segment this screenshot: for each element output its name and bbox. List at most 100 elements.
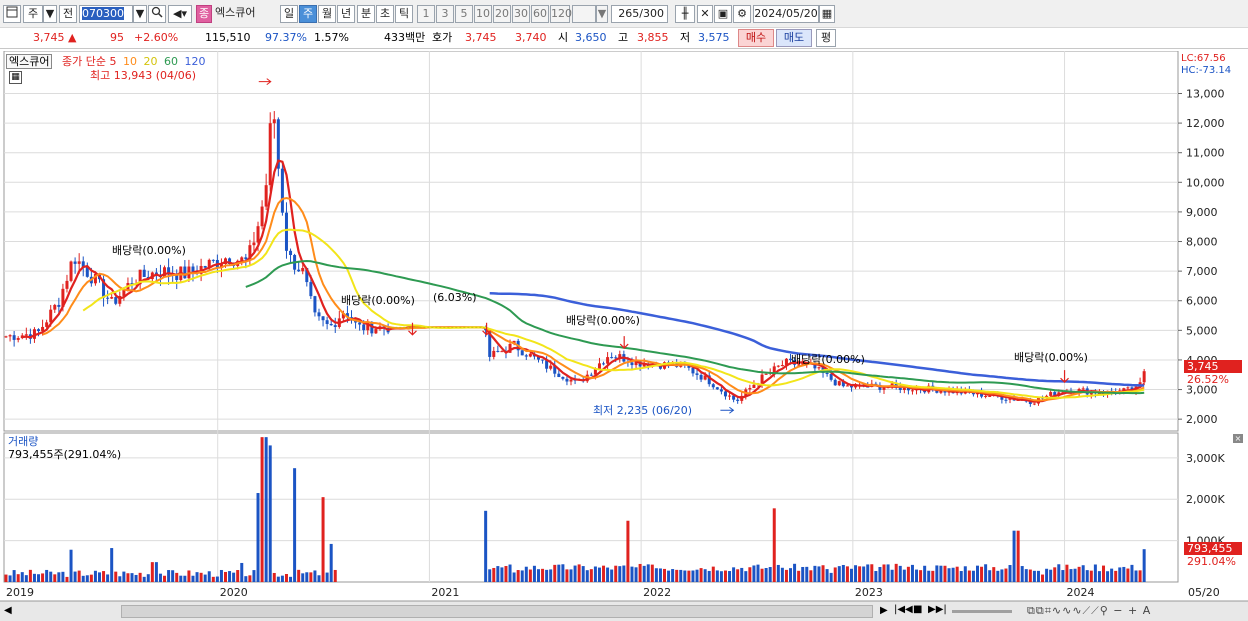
candle-body [191, 266, 195, 272]
scroll-thumb[interactable] [121, 605, 873, 618]
volume-value: 115,510 [205, 31, 251, 44]
volume-bar [549, 569, 553, 582]
interval-second-button[interactable]: 초 [376, 5, 394, 23]
volume-bar [53, 574, 57, 582]
volume-bar [244, 576, 248, 582]
volume-bar [252, 570, 256, 582]
scroll-right-icon[interactable]: ▶ [880, 605, 888, 616]
volume-bar [687, 570, 691, 582]
mult-1-button[interactable]: 1 [417, 5, 435, 23]
volume-bar [264, 437, 268, 582]
volume-bar [171, 570, 175, 582]
volume-bar [57, 572, 61, 582]
volume-bar [768, 567, 772, 582]
volume-bar [919, 570, 923, 582]
volume-bar [118, 576, 122, 582]
mult-input[interactable] [572, 5, 596, 23]
scroll-left-icon[interactable]: ◀ [4, 605, 12, 616]
count-input[interactable]: 265/300 [611, 5, 668, 23]
last-page-icon[interactable]: ▶▶| [928, 604, 947, 615]
stock-code-input[interactable]: 070300 [79, 5, 133, 23]
code-dropdown-icon[interactable]: ▼ [133, 5, 147, 23]
volume-bar [923, 565, 927, 582]
low-label: 저 [680, 31, 691, 44]
stop-icon[interactable]: ■ [913, 604, 922, 615]
volume-bar [975, 565, 979, 582]
price-tick-label: 5,000 [1186, 324, 1218, 337]
volume-bar [146, 574, 150, 582]
volume-bar [1106, 571, 1110, 582]
volume-bar [569, 569, 573, 582]
lc-label: LC:67.56 [1181, 53, 1226, 64]
buy-button[interactable]: 매수 [738, 29, 774, 47]
volume-bar [870, 564, 874, 582]
candle-body [37, 329, 41, 332]
search-icon[interactable] [148, 5, 166, 23]
interval-minute-button[interactable]: 분 [357, 5, 375, 23]
interval-tick-button[interactable]: 틱 [395, 5, 413, 23]
tool-icons[interactable]: ⧉⧉⌗∿∿∿⟋⟋⚲ − + A [1027, 604, 1151, 618]
volume-bar [183, 575, 187, 582]
candle-body [565, 378, 569, 382]
gear-icon[interactable]: ⚙ [733, 5, 751, 23]
sell-button[interactable]: 매도 [776, 29, 812, 47]
chart-menu-icon[interactable] [3, 5, 21, 23]
volume-bar [886, 564, 890, 582]
prev-button[interactable]: 전 [59, 5, 77, 23]
x-tick-label: 2019 [6, 586, 34, 599]
volume-bar [602, 565, 606, 582]
volume-bar [77, 570, 81, 582]
save-icon[interactable]: ▣ [714, 5, 732, 23]
mult-10-button[interactable]: 10 [474, 5, 492, 23]
table-icon[interactable]: ▦ [9, 71, 22, 84]
mult-5-button[interactable]: 5 [455, 5, 473, 23]
volume-bar [801, 566, 805, 582]
mult-60-button[interactable]: 60 [531, 5, 549, 23]
mult-20-button[interactable]: 20 [493, 5, 511, 23]
volume-bar [849, 568, 853, 582]
date-input[interactable]: 2024/05/20 [753, 5, 819, 23]
candle-body [528, 353, 532, 357]
interval-year-button[interactable]: 년 [337, 5, 355, 23]
panel-close-icon[interactable]: × [1233, 434, 1243, 443]
volume-bar [951, 567, 955, 582]
volume-bar [654, 568, 658, 582]
volume-bar [536, 569, 540, 582]
candle-body [541, 359, 545, 361]
volume-bar [488, 569, 492, 582]
mult-120-button[interactable]: 120 [550, 5, 572, 23]
first-page-icon[interactable]: |◀◀ [894, 604, 913, 615]
price-tick-label: 7,000 [1186, 265, 1218, 278]
volume-bar [1024, 569, 1028, 582]
price-tick-label: 11,000 [1186, 147, 1225, 160]
calendar-icon[interactable]: ▦ [819, 5, 835, 23]
volume-bar [577, 564, 581, 582]
volume-bar [707, 570, 711, 582]
volume-bar [12, 570, 16, 582]
candle-body [280, 168, 284, 213]
interval-day-button[interactable]: 일 [280, 5, 298, 23]
price-tick-label: 8,000 [1186, 236, 1218, 249]
zoom-slider[interactable] [952, 610, 1012, 613]
mult-30-button[interactable]: 30 [512, 5, 530, 23]
volume-bar [715, 570, 719, 582]
mult-dropdown-icon[interactable]: ▼ [596, 5, 608, 23]
volume-bar [992, 567, 996, 582]
volume-bar [520, 570, 524, 582]
interval-week-button[interactable]: 주 [299, 5, 317, 23]
candle-icon[interactable]: ╫ [675, 5, 695, 23]
avg-button[interactable]: 평 [816, 29, 836, 47]
volume-bar [646, 564, 650, 582]
sound-icon[interactable]: ◀▾ [168, 5, 192, 23]
candle-body [719, 389, 723, 392]
period-button[interactable]: 주 [23, 5, 43, 23]
chart-scrollbar[interactable]: ◀ ▶ |◀◀ ■ ▶▶| ⧉⧉⌗∿∿∿⟋⟋⚲ − + A [0, 601, 1248, 621]
candle-body [845, 385, 849, 387]
volume-bar [142, 576, 146, 582]
interval-month-button[interactable]: 월 [318, 5, 336, 23]
period-dropdown-icon[interactable]: ▼ [43, 5, 57, 23]
mult-3-button[interactable]: 3 [436, 5, 454, 23]
volume-bar [158, 573, 162, 582]
stock-badge: 종 [196, 5, 212, 23]
cross-icon[interactable]: ✕ [697, 5, 713, 23]
